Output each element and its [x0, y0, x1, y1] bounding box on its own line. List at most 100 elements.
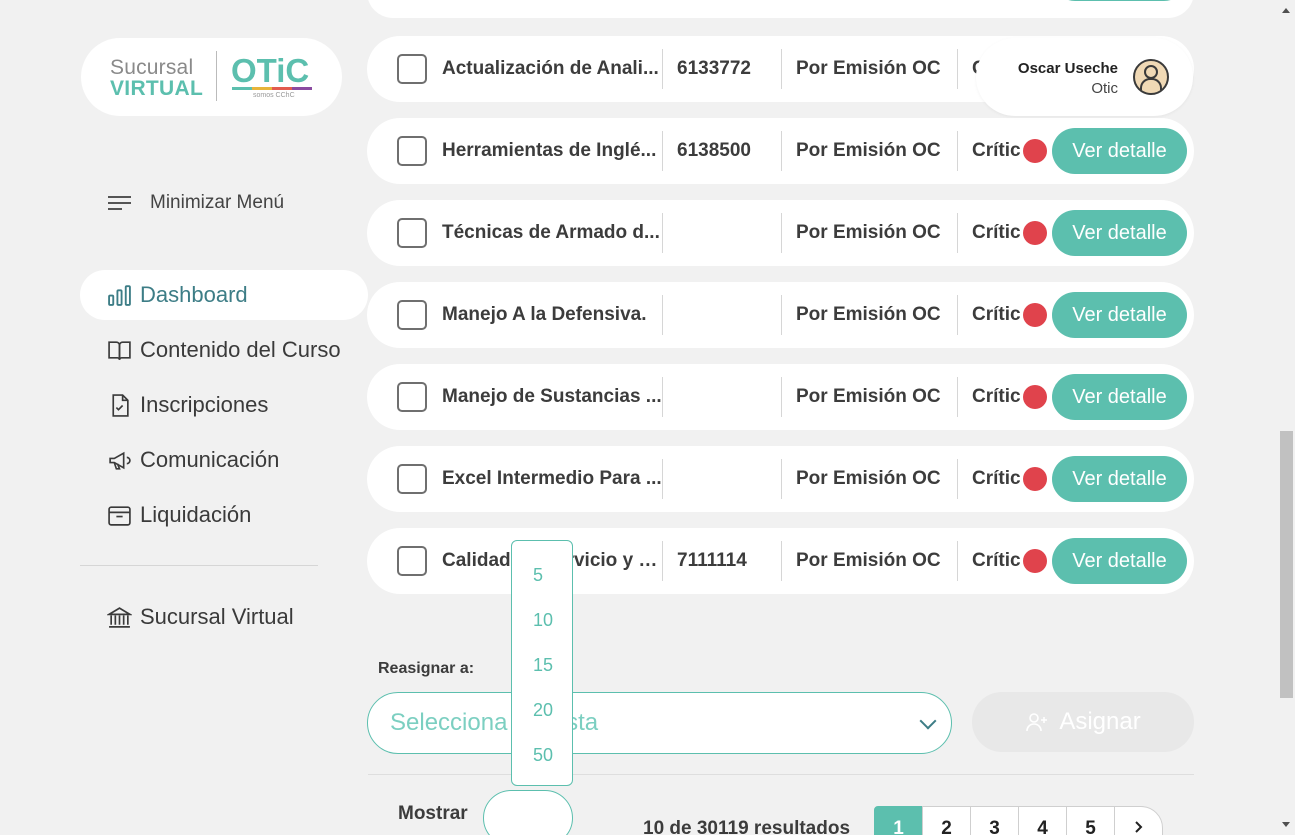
page-size-label: Mostrar — [398, 803, 468, 824]
table-row: Calidad de Servicio y T... 7111114 Por E… — [367, 528, 1194, 594]
hamburger-icon — [108, 192, 131, 214]
view-detail-button[interactable] — [1052, 0, 1187, 1]
logo-tagline: somos CChC — [253, 92, 295, 99]
column-divider — [662, 131, 663, 171]
results-summary: 10 de 30119 resultados — [643, 818, 851, 835]
column-divider — [781, 541, 782, 581]
view-detail-button[interactable]: Ver detalle — [1052, 456, 1187, 502]
page-scrollbar[interactable] — [1278, 0, 1295, 835]
page-size-option[interactable]: 15 — [533, 655, 553, 676]
row-checkbox[interactable] — [397, 546, 427, 576]
page-size-dropdown: 5 10 15 20 50 — [511, 540, 573, 786]
analyst-select[interactable]: Selecciona Analista — [367, 692, 952, 754]
scrollbar-thumb[interactable] — [1280, 431, 1293, 698]
course-state: Crític — [972, 140, 1021, 161]
row-checkbox[interactable] — [397, 464, 427, 494]
row-checkbox[interactable] — [397, 136, 427, 166]
course-type: Por Emisión OC — [796, 386, 941, 407]
page-size-option[interactable]: 20 — [533, 700, 553, 721]
next-page-button[interactable] — [1114, 806, 1163, 835]
critical-status-dot — [1023, 549, 1047, 573]
sidebar-item-sucursal-virtual[interactable]: Sucursal Virtual — [80, 592, 368, 642]
course-type: Por Emisión OC — [796, 304, 941, 325]
sidebar-item-label: Comunicación — [140, 447, 280, 472]
reassign-label: Reasignar a: — [378, 660, 475, 677]
page-button[interactable]: 4 — [1018, 806, 1067, 835]
view-detail-button[interactable]: Ver detalle — [1052, 374, 1187, 420]
user-menu[interactable]: Oscar Useche Otic — [976, 38, 1193, 116]
page-button[interactable]: 1 — [874, 806, 923, 835]
column-divider — [781, 49, 782, 89]
row-checkbox[interactable] — [397, 382, 427, 412]
course-name: Técnicas de Armado d... — [442, 222, 660, 243]
page-size-select[interactable] — [483, 790, 573, 835]
course-type: Por Emisión OC — [796, 140, 941, 161]
column-divider — [781, 377, 782, 417]
view-detail-button[interactable]: Ver detalle — [1052, 538, 1187, 584]
course-state: Crític — [972, 304, 1021, 325]
course-name: Actualización de Anali... — [442, 58, 659, 79]
column-divider — [957, 541, 958, 581]
assign-button-label: Asignar — [1059, 708, 1141, 735]
course-state: Crític — [972, 550, 1021, 571]
logo-wordmark: Sucursal VIRTUAL — [110, 57, 203, 99]
sidebar-item-liquidacion[interactable]: Liquidación — [80, 490, 368, 540]
footer-divider — [368, 774, 1194, 775]
course-name: Herramientas de Inglé... — [442, 140, 657, 161]
course-name: Manejo A la Defensiva. — [442, 304, 647, 325]
scroll-down-arrow-icon[interactable] — [1282, 822, 1290, 827]
chevron-down-icon — [919, 712, 937, 730]
table-row: Manejo A la Defensiva. Por Emisión OC Cr… — [367, 282, 1194, 348]
page-button[interactable]: 3 — [970, 806, 1019, 835]
assign-button[interactable]: Asignar — [972, 692, 1194, 752]
add-user-icon — [1026, 713, 1048, 732]
scroll-up-arrow-icon[interactable] — [1282, 8, 1290, 13]
page-size-option[interactable]: 5 — [533, 565, 543, 586]
critical-status-dot — [1023, 303, 1047, 327]
chevron-right-icon — [1134, 821, 1142, 833]
user-name: Oscar Useche — [1017, 60, 1118, 77]
sidebar-divider — [80, 565, 318, 566]
view-detail-button[interactable]: Ver detalle — [1052, 128, 1187, 174]
page-size-option[interactable]: 50 — [533, 745, 553, 766]
bar-chart-icon — [108, 284, 131, 306]
sidebar-item-label: Sucursal Virtual — [140, 604, 294, 629]
column-divider — [662, 295, 663, 335]
archive-icon — [108, 505, 131, 526]
row-checkbox[interactable] — [397, 300, 427, 330]
row-checkbox[interactable] — [397, 218, 427, 248]
column-divider — [957, 131, 958, 171]
course-code: 7111114 — [677, 550, 747, 571]
table-row-partial — [367, 0, 1194, 18]
course-type: Por Emisión OC — [796, 222, 941, 243]
course-state: Crític — [972, 222, 1021, 243]
column-divider — [781, 459, 782, 499]
minimize-menu-button[interactable]: Minimizar Menú — [108, 192, 284, 214]
course-name: Excel Intermedio Para ... — [442, 468, 662, 489]
sidebar-item-comunicacion[interactable]: Comunicación — [80, 435, 368, 485]
table-row: Herramientas de Inglé... 6138500 Por Emi… — [367, 118, 1194, 184]
column-divider — [957, 459, 958, 499]
user-circle-icon — [1133, 59, 1169, 95]
course-state: Crític — [972, 468, 1021, 489]
page-button[interactable]: 5 — [1066, 806, 1115, 835]
column-divider — [957, 295, 958, 335]
logo-divider — [216, 51, 217, 101]
sidebar-item-dashboard[interactable]: Dashboard — [80, 270, 368, 320]
view-detail-button[interactable]: Ver detalle — [1052, 210, 1187, 256]
sidebar-item-contenido[interactable]: Contenido del Curso — [80, 325, 368, 375]
critical-status-dot — [1023, 139, 1047, 163]
logo-brand: OTiC — [231, 52, 310, 89]
column-divider — [781, 213, 782, 253]
bank-icon — [107, 606, 132, 628]
column-divider — [957, 213, 958, 253]
book-open-icon — [108, 340, 131, 360]
row-checkbox[interactable] — [397, 54, 427, 84]
critical-status-dot — [1023, 467, 1047, 491]
view-detail-button[interactable]: Ver detalle — [1052, 292, 1187, 338]
page-size-option[interactable]: 10 — [533, 610, 553, 631]
column-divider — [781, 295, 782, 335]
column-divider — [662, 377, 663, 417]
sidebar-item-inscripciones[interactable]: Inscripciones — [80, 380, 368, 430]
page-button[interactable]: 2 — [922, 806, 971, 835]
